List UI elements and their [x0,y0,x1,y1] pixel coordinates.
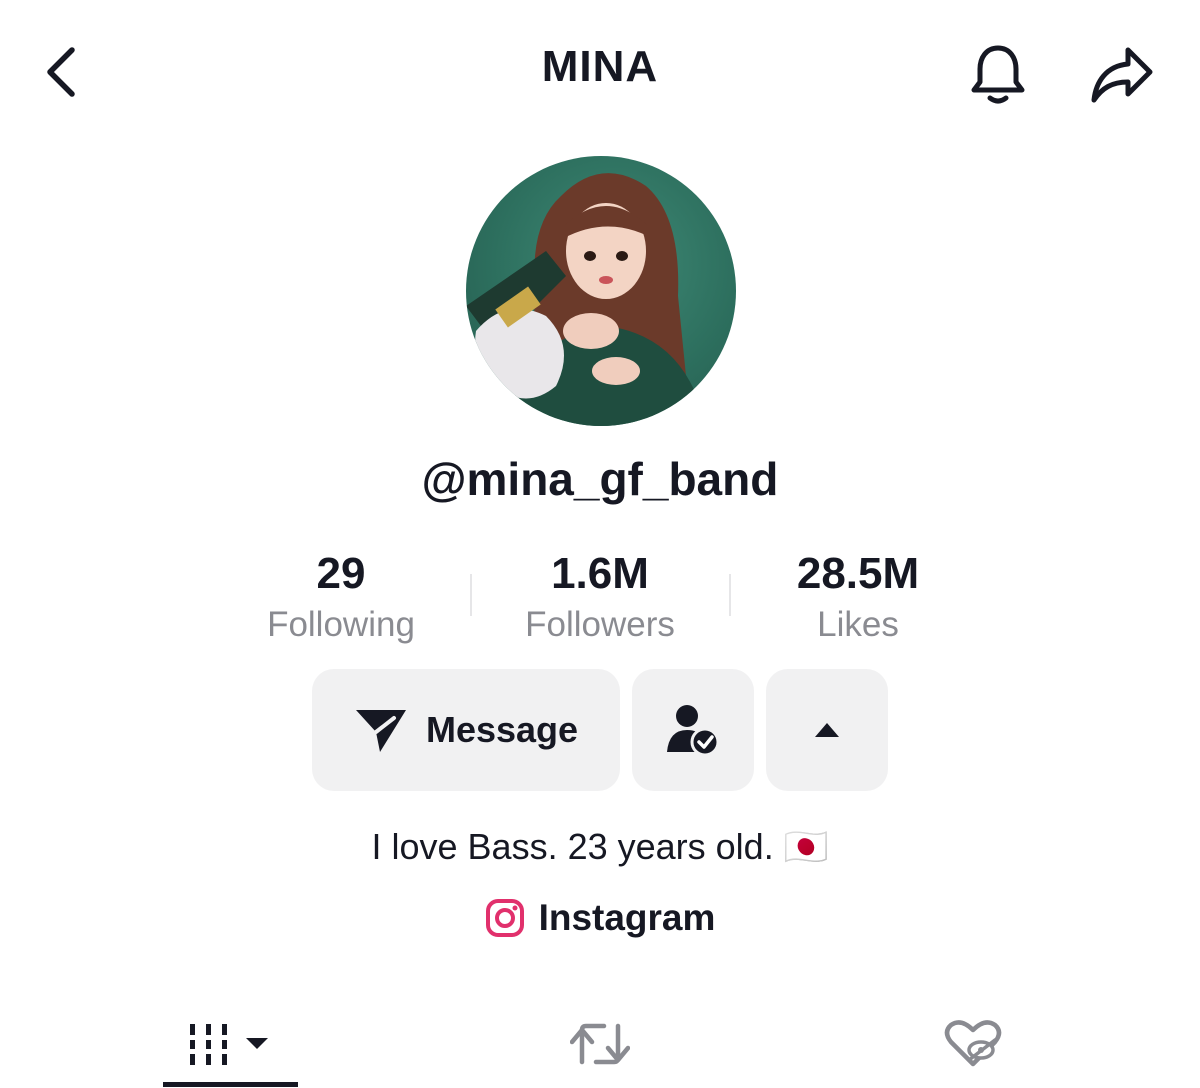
bio-text: I love Bass. 23 years old. 🇯🇵 [371,826,829,867]
tab-videos[interactable] [163,1000,298,1088]
avatar[interactable] [466,156,736,426]
stat-following[interactable]: 29 Following [231,548,451,650]
notifications-button[interactable] [962,38,1034,110]
message-button[interactable]: Message [312,669,620,791]
caret-up-icon [815,723,839,737]
friends-button[interactable] [632,669,754,791]
heart-hidden-icon [944,1020,1001,1067]
tab-reposts[interactable] [532,1000,667,1088]
suggested-toggle-button[interactable] [766,669,888,791]
bell-icon [971,45,1025,104]
instagram-label: Instagram [538,897,716,938]
stat-followers[interactable]: 1.6M Followers [490,548,710,650]
instagram-icon [485,899,524,937]
following-label: Following [267,605,415,644]
likes-label: Likes [817,605,899,644]
grid-icon [189,1024,268,1065]
tab-liked[interactable] [905,1000,1040,1088]
profile-photo [466,173,706,426]
followers-count: 1.6M [551,549,649,598]
stat-divider [729,574,731,616]
stat-divider [470,574,472,616]
active-tab-indicator [163,1082,298,1087]
share-button[interactable] [1084,38,1160,110]
stat-likes[interactable]: 28.5M Likes [748,548,968,650]
share-arrow-icon [1091,47,1153,103]
instagram-link[interactable]: Instagram [0,897,1200,939]
following-count: 29 [316,549,366,598]
followers-label: Followers [525,605,675,644]
likes-count: 28.5M [796,549,920,598]
repost-icon [569,1023,630,1065]
message-label: Message [425,709,579,750]
username: @mina_gf_band [421,453,779,505]
send-icon [355,710,406,752]
user-check-icon [667,705,720,757]
